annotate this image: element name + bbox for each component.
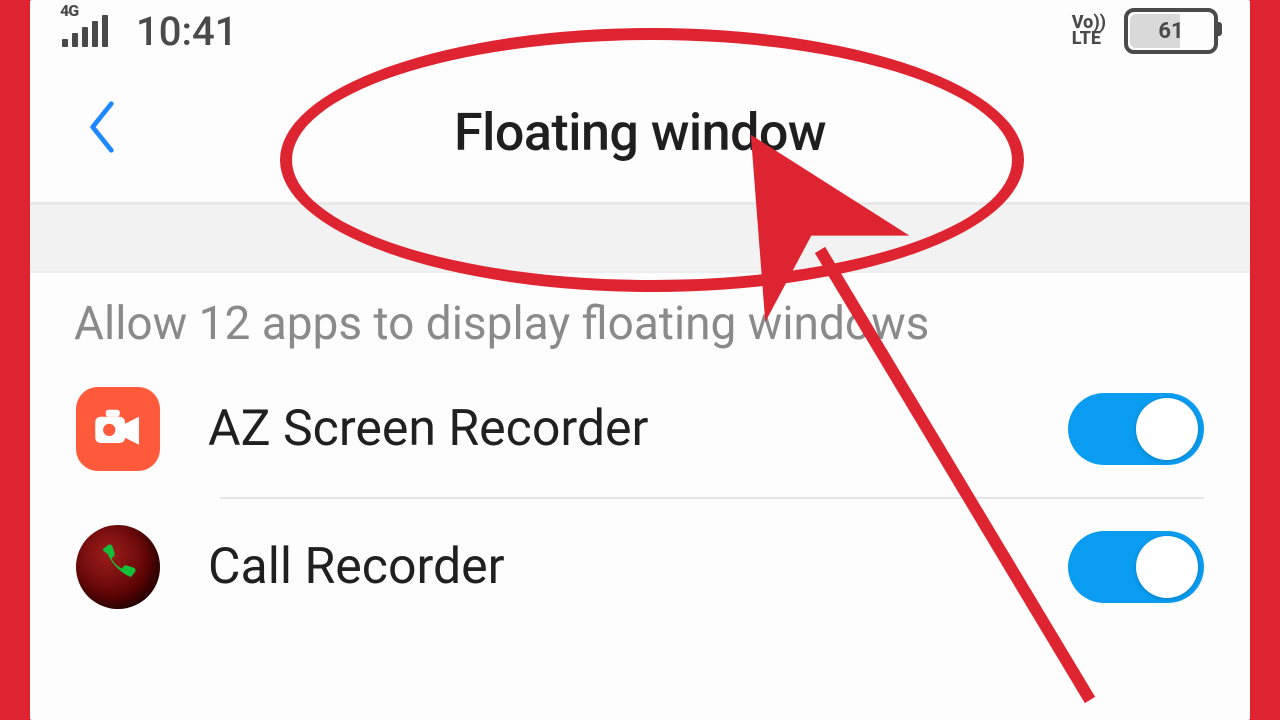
app-bar: Floating window (30, 62, 1250, 205)
status-right-group: Vo)) LTE 61 (1072, 8, 1218, 54)
status-clock: 10:41 (136, 8, 237, 55)
signal-icon: 4G (62, 15, 108, 47)
az-screen-recorder-toggle[interactable] (1068, 393, 1204, 465)
call-recorder-icon (76, 525, 160, 609)
section-separator (30, 205, 1250, 273)
call-recorder-toggle[interactable] (1068, 531, 1204, 603)
volte-icon: Vo)) LTE (1072, 15, 1106, 47)
app-title: AZ Screen Recorder (208, 400, 1020, 458)
signal-gen-label: 4G (60, 1, 78, 20)
list-item-az-screen-recorder[interactable]: AZ Screen Recorder (30, 361, 1250, 497)
az-screen-recorder-icon (76, 387, 160, 471)
app-title: Call Recorder (208, 538, 1020, 596)
page-title: Floating window (454, 102, 826, 163)
app-list: AZ Screen Recorder Call Recorder (30, 361, 1250, 635)
battery-icon: 61 (1124, 8, 1218, 54)
list-item-call-recorder[interactable]: Call Recorder (30, 499, 1250, 635)
status-left-group: 4G 10:41 (62, 8, 237, 55)
battery-pct: 61 (1158, 19, 1183, 44)
volte-bottom: LTE (1072, 28, 1101, 49)
status-bar: 4G 10:41 Vo)) LTE 61 (30, 0, 1250, 62)
phone-frame: 4G 10:41 Vo)) LTE 61 Floating window (30, 0, 1250, 720)
section-label: Allow 12 apps to display floating window… (30, 273, 1250, 361)
back-button[interactable] (70, 89, 134, 175)
